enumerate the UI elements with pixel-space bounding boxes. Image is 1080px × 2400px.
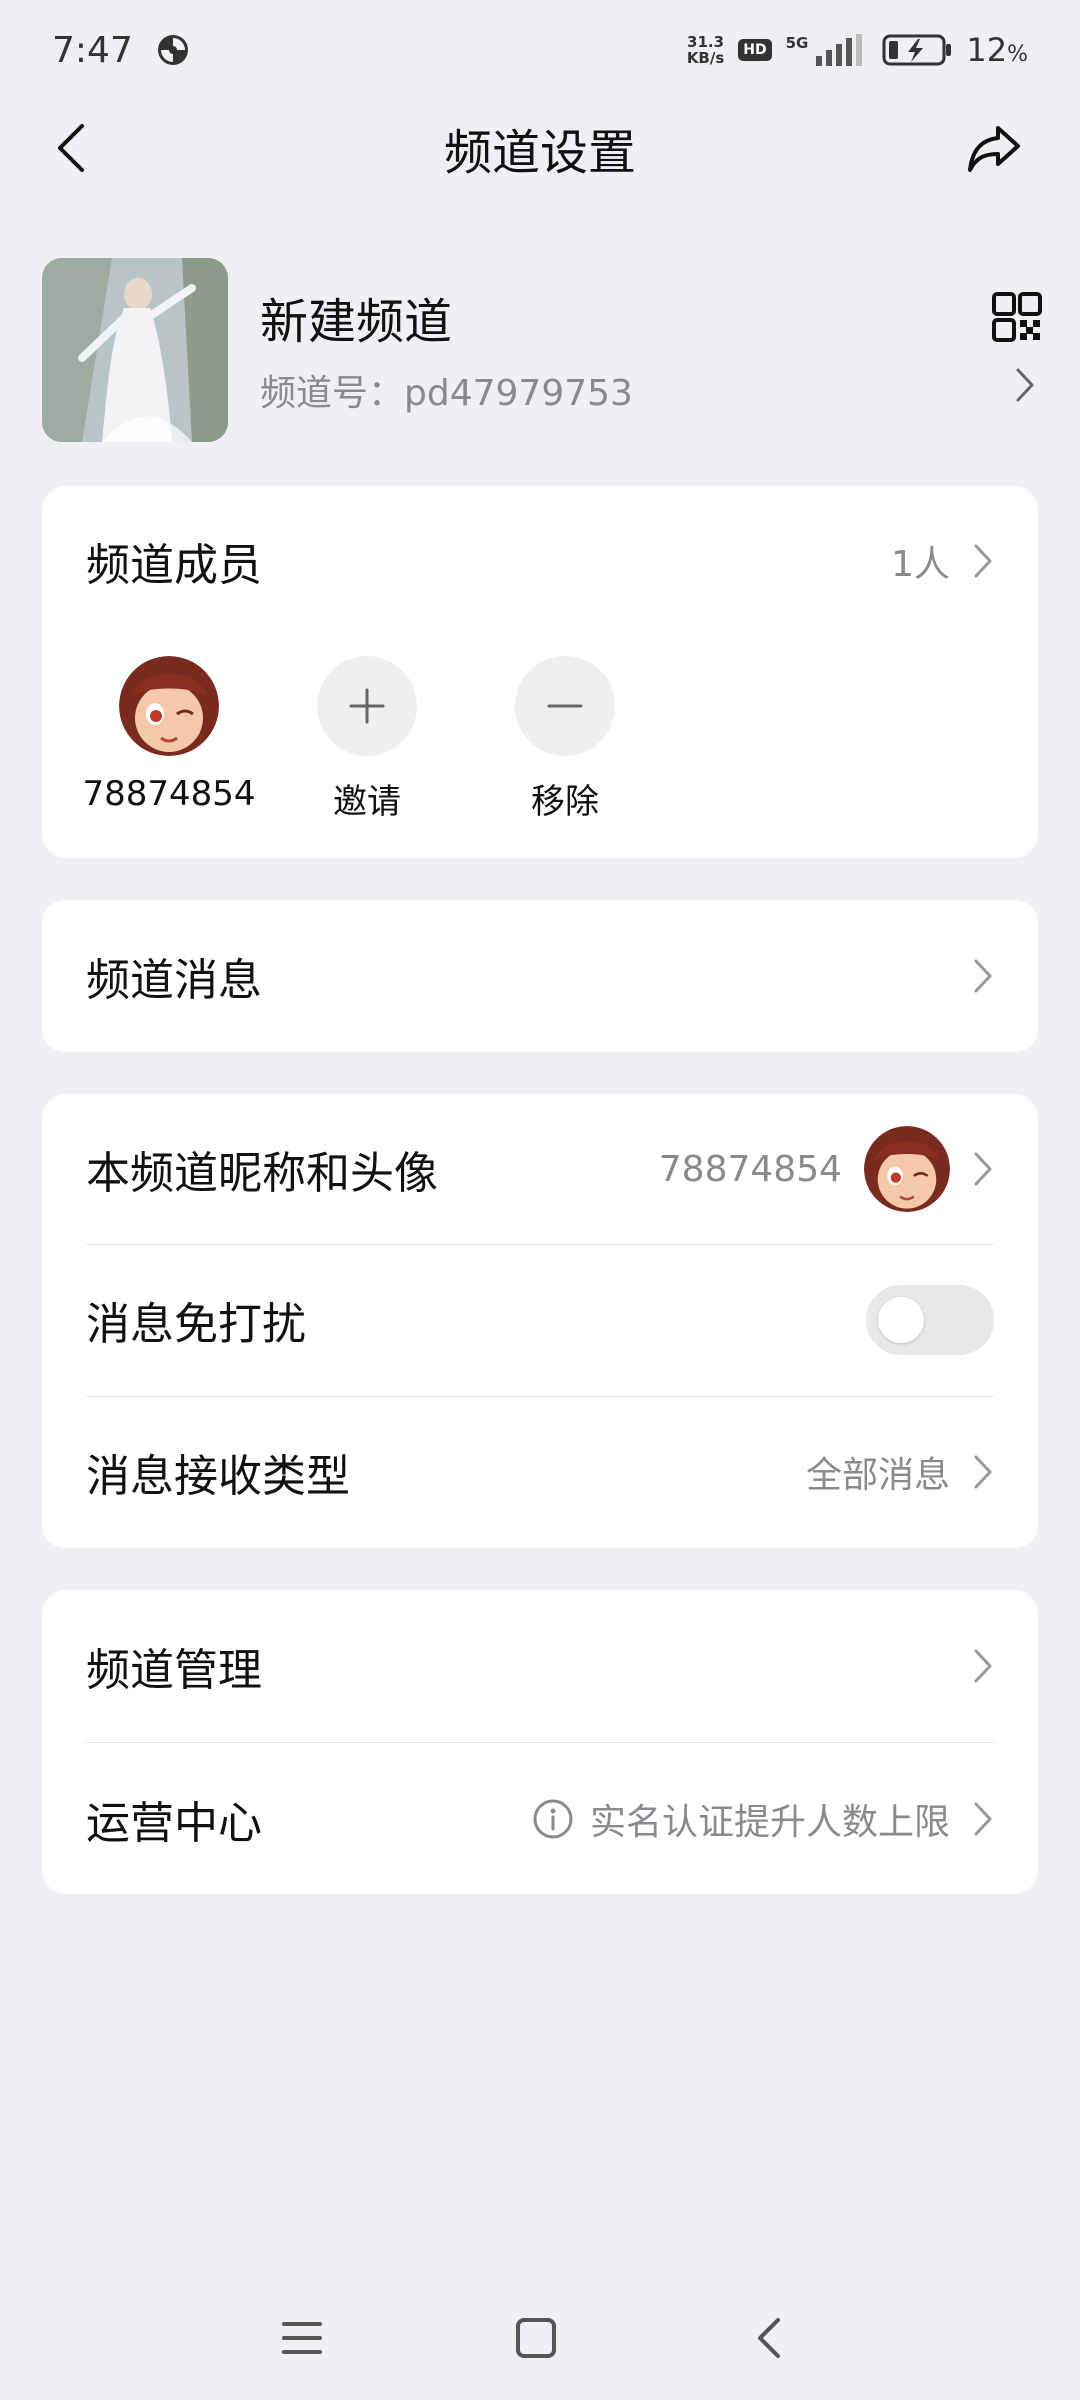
members-card: 频道成员 1人 78874854 邀请 移除	[42, 486, 1038, 858]
channel-header[interactable]: 新建频道 频道号：pd47979753	[42, 256, 1042, 442]
members-row[interactable]: 频道成员 1人	[86, 486, 994, 636]
receive-type-value: 全部消息	[805, 1455, 950, 1496]
menu-icon[interactable]	[272, 2308, 332, 2368]
channel-management-label: 频道管理	[86, 1645, 262, 1696]
remove-button[interactable]	[515, 656, 615, 756]
top-bar: 频道设置	[0, 100, 1080, 196]
invite-label: 邀请	[333, 782, 401, 822]
receive-type-row[interactable]: 消息接收类型 全部消息	[86, 1397, 994, 1547]
status-time: 7:47	[52, 29, 133, 71]
system-nav-bar	[0, 2270, 1080, 2400]
channel-id: 频道号：pd47979753	[260, 373, 633, 414]
member-item[interactable]: 78874854	[70, 656, 268, 823]
net-speed: 31.3 KB/s	[687, 34, 724, 66]
signal-icon	[816, 34, 863, 66]
channel-messages-row[interactable]: 频道消息	[86, 900, 994, 1052]
battery-percent-value: 12	[966, 31, 1008, 69]
channel-management-row[interactable]: 频道管理	[86, 1590, 994, 1742]
nickname-value: 78874854	[658, 1148, 842, 1190]
sync-icon	[157, 35, 188, 65]
battery-percent: 12%	[966, 31, 1028, 69]
channel-messages-label: 频道消息	[86, 955, 262, 1006]
battery-percent-unit: %	[1007, 42, 1028, 67]
info-icon	[533, 1799, 573, 1838]
plus-icon	[349, 688, 385, 724]
nickname-avatar-row[interactable]: 本频道昵称和头像 78874854	[86, 1094, 994, 1244]
chevron-right-icon	[974, 1802, 992, 1835]
page-title: 频道设置	[443, 125, 636, 181]
do-not-disturb-toggle[interactable]	[866, 1285, 994, 1355]
profile-avatar	[864, 1126, 950, 1212]
member-name: 78874854	[82, 774, 256, 814]
member-avatar[interactable]	[119, 656, 219, 756]
toggle-knob	[878, 1297, 924, 1343]
qr-code-icon[interactable]	[992, 292, 1042, 342]
member-count: 1人	[891, 544, 950, 585]
members-title: 频道成员	[86, 540, 262, 591]
do-not-disturb-row: 消息免打扰	[86, 1245, 994, 1395]
nickname-avatar-label: 本频道昵称和头像	[86, 1148, 438, 1199]
back-icon[interactable]	[740, 2308, 800, 2368]
share-icon[interactable]	[964, 118, 1024, 178]
channel-avatar[interactable]	[42, 258, 228, 442]
remove-member[interactable]: 移除	[466, 656, 664, 823]
remove-label: 移除	[531, 782, 599, 822]
invite-member[interactable]: 邀请	[268, 656, 466, 823]
channel-name: 新建频道	[260, 294, 453, 350]
minus-icon	[547, 704, 583, 708]
messages-card: 频道消息	[42, 900, 1038, 1052]
receive-type-label: 消息接收类型	[86, 1451, 350, 1502]
operations-center-label: 运营中心	[86, 1797, 262, 1849]
signal-group: 5G	[786, 34, 869, 66]
operations-hint: 实名认证提升人数上限	[589, 1801, 950, 1843]
operations-center-row[interactable]: 运营中心 实名认证提升人数上限	[86, 1743, 994, 1894]
net-speed-value: 31.3	[687, 33, 725, 51]
chevron-right-icon	[974, 1455, 992, 1489]
chevron-right-icon	[974, 1649, 992, 1683]
member-list: 78874854 邀请 移除	[70, 656, 664, 823]
management-card: 频道管理 运营中心 实名认证提升人数上限	[42, 1590, 1038, 1894]
chevron-right-icon	[1016, 368, 1034, 402]
back-arrow-icon[interactable]	[52, 122, 92, 174]
chevron-right-icon	[974, 544, 992, 578]
invite-button[interactable]	[317, 656, 417, 756]
hd-badge: HD	[738, 39, 772, 61]
chevron-right-icon	[974, 959, 992, 993]
network-type: 5G	[785, 34, 809, 52]
profile-card: 本频道昵称和头像 78874854 消息免打扰 消息接收类型 全部消息	[42, 1094, 1038, 1548]
do-not-disturb-label: 消息免打扰	[86, 1299, 306, 1350]
battery-icon	[882, 34, 952, 66]
home-icon[interactable]	[506, 2308, 566, 2368]
chevron-right-icon	[974, 1152, 992, 1186]
status-bar: 7:47 31.3 KB/s HD 5G 12%	[0, 0, 1080, 100]
net-speed-unit: KB/s	[686, 49, 725, 67]
